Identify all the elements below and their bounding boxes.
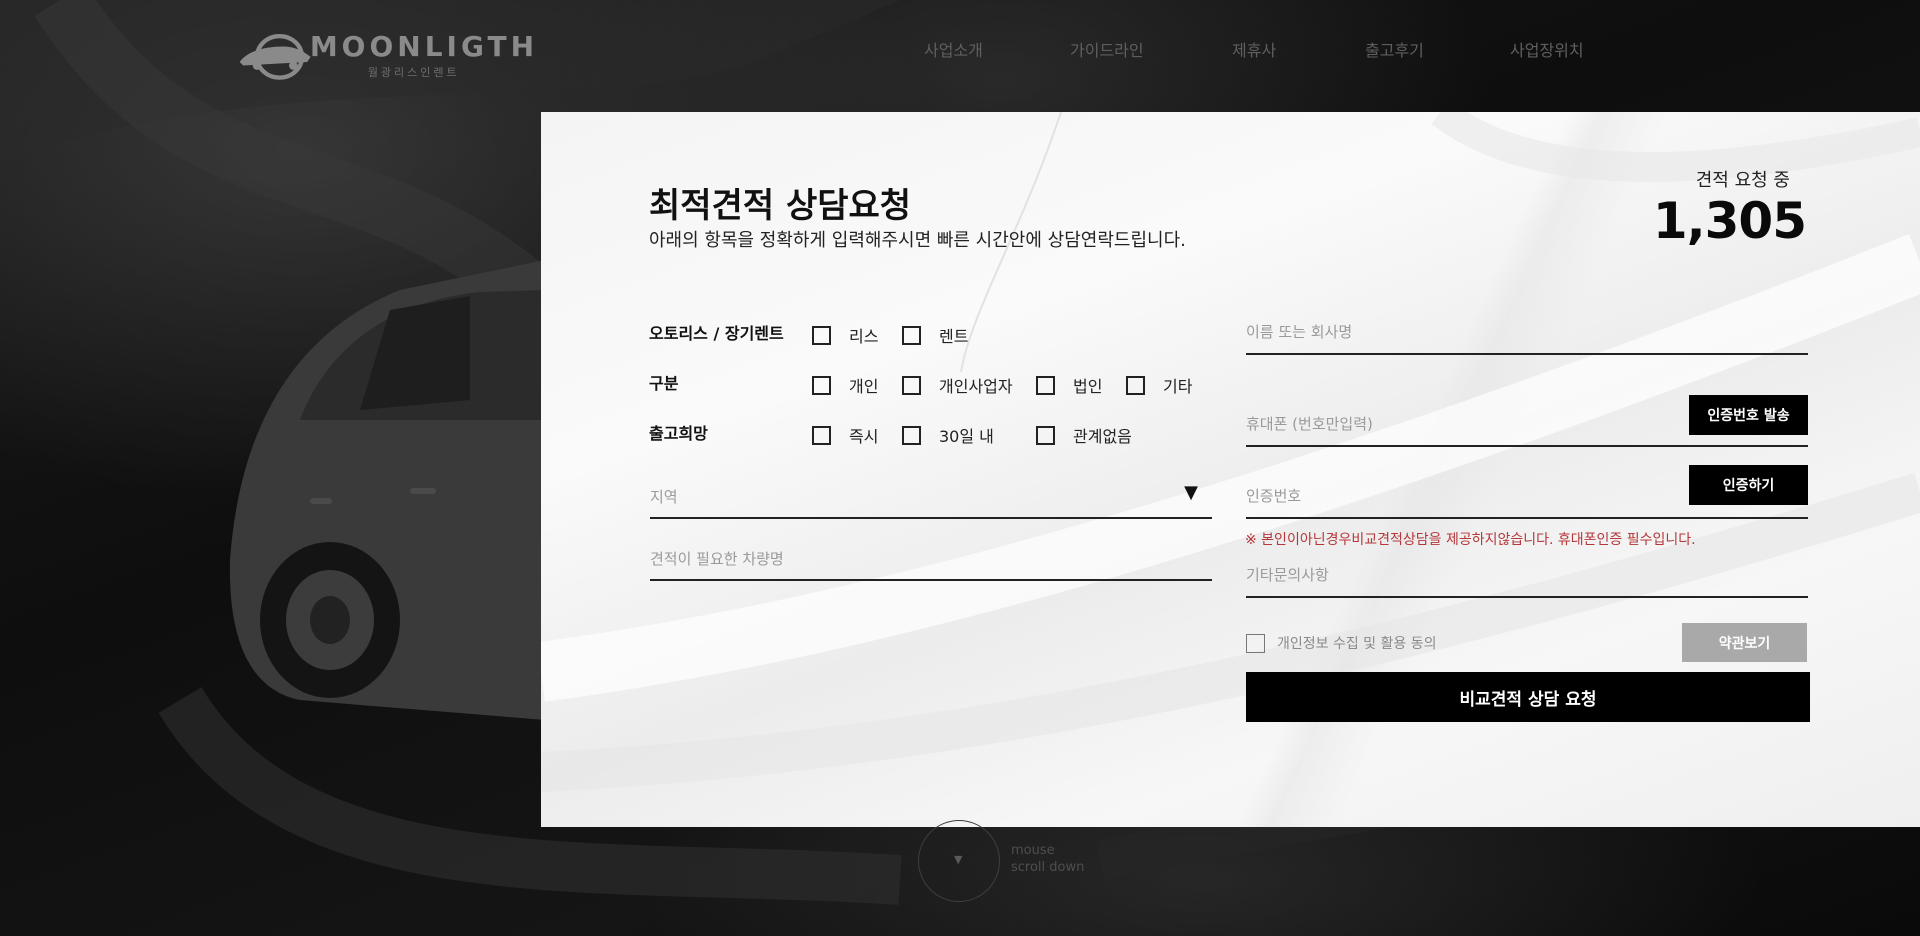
form-subtitle: 아래의 항목을 정확하게 입력해주시면 빠른 시간안에 상담연락드립니다.: [649, 230, 1186, 251]
checkbox-sole-proprietor[interactable]: [902, 375, 921, 395]
nav-item-about[interactable]: 사업소개: [924, 37, 983, 61]
logo[interactable]: MOONLIGTH 월광리스인렌트: [238, 26, 538, 86]
option-immediate-label: 즉시: [849, 427, 879, 446]
option-sole-proprietor-label: 개인사업자: [939, 377, 1013, 396]
region-select[interactable]: ▼: [650, 476, 1212, 519]
region-input[interactable]: [650, 476, 1212, 517]
name-field[interactable]: [1246, 310, 1808, 355]
verification-code-input[interactable]: [1246, 474, 1686, 517]
option-within-30-days[interactable]: 30일 내: [902, 423, 994, 447]
scroll-hint-line2: scroll down: [1011, 860, 1085, 875]
phone-input[interactable]: [1246, 402, 1686, 445]
request-counter-value: 1,305: [1652, 192, 1807, 250]
checkbox-individual[interactable]: [812, 375, 831, 395]
request-counter-label: 견적 요청 중: [1695, 170, 1790, 191]
logo-name: MOONLIGTH: [309, 30, 538, 63]
nav-item-location[interactable]: 사업장위치: [1510, 37, 1584, 61]
nav-item-reviews[interactable]: 출고후기: [1365, 37, 1424, 61]
option-corporation[interactable]: 법인: [1036, 373, 1102, 397]
verify-button[interactable]: 인증하기: [1689, 465, 1808, 505]
site-header: MOONLIGTH 월광리스인렌트 사업소개 가이드라인 제휴사 출고후기 사업…: [0, 0, 1920, 96]
etc-inquiry-field[interactable]: [1246, 554, 1808, 598]
logo-text: MOONLIGTH 월광리스인렌트: [310, 32, 538, 80]
checkbox-privacy-agree[interactable]: [1246, 633, 1265, 653]
nav-item-guideline[interactable]: 가이드라인: [1070, 37, 1144, 61]
submit-quote-button[interactable]: 비교견적 상담 요청: [1246, 672, 1810, 722]
option-no-preference[interactable]: 관계없음: [1036, 423, 1132, 447]
scroll-down-indicator[interactable]: ▼: [918, 820, 1000, 902]
privacy-agree[interactable]: 개인정보 수집 및 활용 동의: [1246, 633, 1436, 653]
option-lease-label: 리스: [849, 327, 879, 346]
scroll-hint-text: mouse scroll down: [1011, 842, 1084, 876]
option-no-preference-label: 관계없음: [1073, 427, 1132, 446]
checkbox-immediate[interactable]: [812, 425, 831, 445]
option-immediate[interactable]: 즉시: [812, 423, 878, 447]
verification-warning: ※ 본인이아닌경우비교견적상담을 제공하지않습니다. 휴대폰인증 필수입니다.: [1245, 532, 1696, 548]
checkbox-lease[interactable]: [812, 325, 831, 345]
car-logo-icon: [239, 33, 311, 80]
car-model-field[interactable]: [650, 538, 1212, 581]
option-lease[interactable]: 리스: [812, 323, 878, 347]
view-terms-button[interactable]: 약관보기: [1682, 623, 1807, 662]
option-other-label: 기타: [1163, 377, 1193, 396]
row-label-delivery: 출고희망: [649, 424, 708, 443]
send-code-button[interactable]: 인증번호 발송: [1689, 395, 1808, 435]
checkbox-no-preference[interactable]: [1036, 425, 1055, 445]
form-title: 최적견적 상담요청: [649, 186, 912, 226]
option-corporation-label: 법인: [1073, 377, 1103, 396]
nav-item-partners[interactable]: 제휴사: [1232, 37, 1276, 61]
option-rent[interactable]: 렌트: [902, 323, 968, 347]
car-model-input[interactable]: [650, 538, 1212, 579]
dropdown-arrow-icon[interactable]: ▼: [1184, 482, 1198, 503]
quote-request-form: 최적견적 상담요청 아래의 항목을 정확하게 입력해주시면 빠른 시간안에 상담…: [541, 112, 1920, 827]
scroll-hint-line1: mouse: [1011, 843, 1055, 858]
checkbox-corporation[interactable]: [1036, 375, 1055, 395]
checkbox-within-30-days[interactable]: [902, 425, 921, 445]
car-image: [229, 260, 545, 720]
row-label-lease-rent: 오토리스 / 장기렌트: [649, 324, 784, 343]
option-sole-proprietor[interactable]: 개인사업자: [902, 373, 1013, 397]
option-other[interactable]: 기타: [1126, 373, 1192, 397]
option-individual-label: 개인: [849, 377, 879, 396]
option-within-30-days-label: 30일 내: [939, 427, 994, 446]
privacy-agree-label: 개인정보 수집 및 활용 동의: [1277, 636, 1437, 652]
checkbox-other[interactable]: [1126, 375, 1145, 395]
logo-subtitle: 월광리스인렌트: [367, 66, 460, 79]
checkbox-rent[interactable]: [902, 325, 921, 345]
etc-inquiry-input[interactable]: [1246, 554, 1808, 596]
name-input[interactable]: [1246, 310, 1808, 353]
row-label-category: 구분: [649, 374, 679, 393]
option-individual[interactable]: 개인: [812, 373, 878, 397]
arrow-down-icon: ▼: [954, 853, 963, 866]
option-rent-label: 렌트: [939, 327, 969, 346]
